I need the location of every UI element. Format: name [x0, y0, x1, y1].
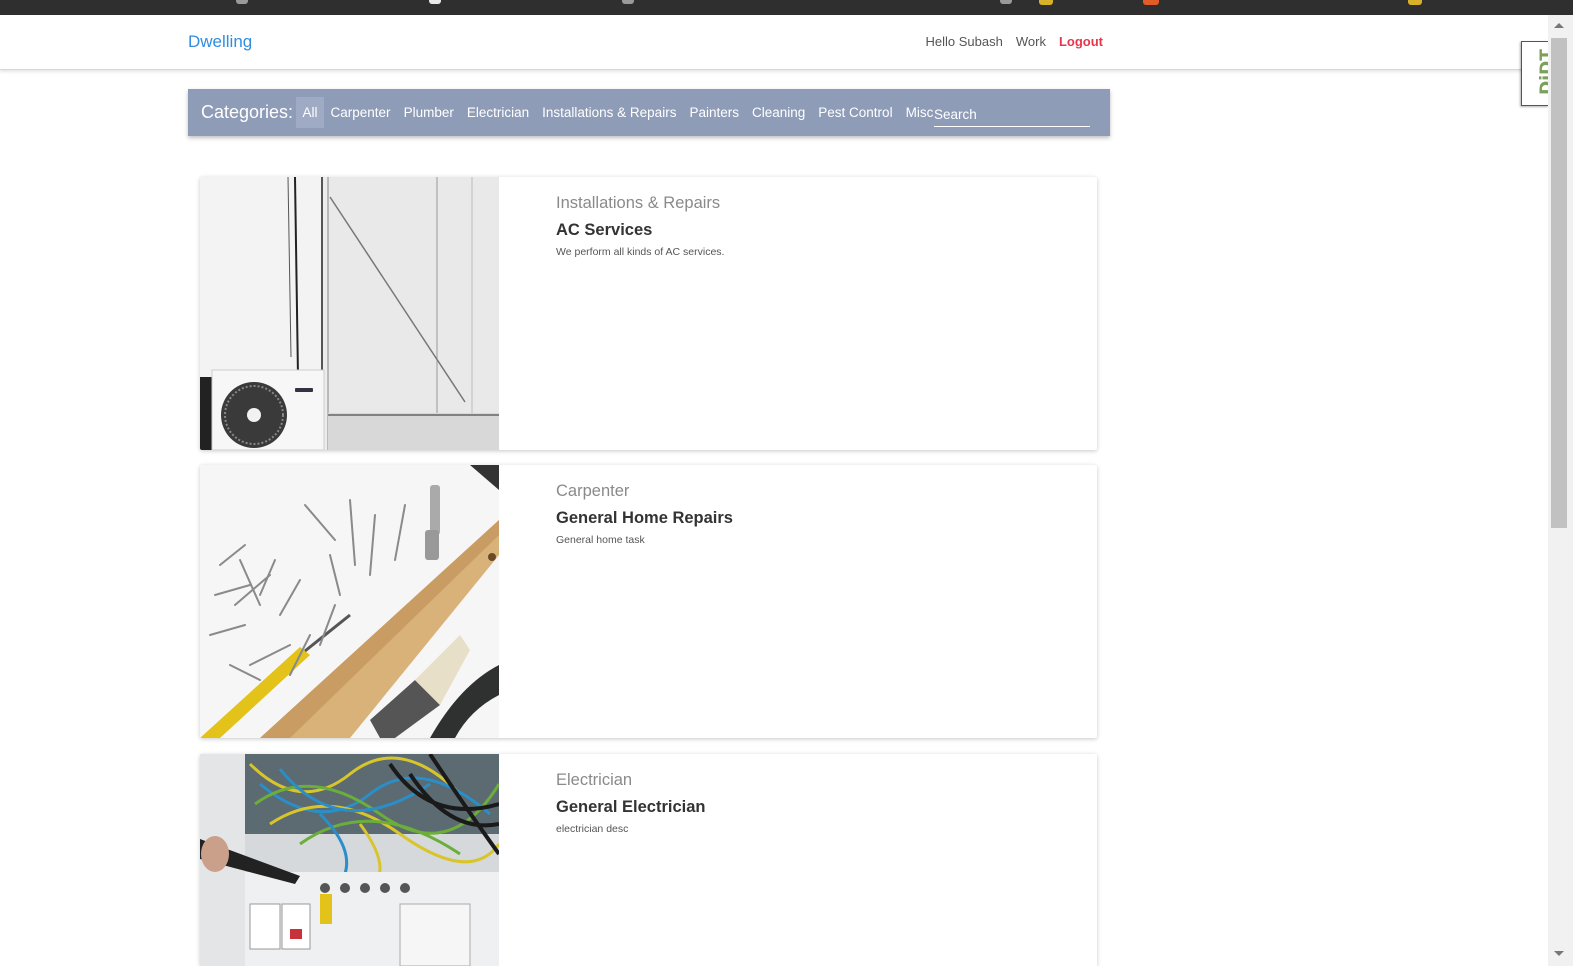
taskbar-icon[interactable]: [1000, 0, 1012, 4]
ac-unit-photo: [200, 177, 499, 450]
category-pest-control[interactable]: Pest Control: [812, 97, 899, 128]
os-taskbar: [0, 0, 1573, 15]
taskbar-icon[interactable]: [429, 0, 441, 4]
debug-toolbar-tab[interactable]: DjDT: [1521, 41, 1557, 106]
service-card-body: Installations & Repairs AC Services We p…: [556, 194, 724, 258]
brand-logo-link[interactable]: Dwelling: [188, 32, 252, 52]
category-list: All Carpenter Plumber Electrician Instal…: [296, 97, 940, 128]
service-category: Electrician: [556, 771, 633, 789]
service-card[interactable]: Carpenter General Home Repairs General h…: [200, 465, 1097, 738]
service-category: Carpenter: [556, 482, 630, 500]
taskbar-icon[interactable]: [1408, 0, 1422, 5]
scroll-down-arrow-icon[interactable]: [1554, 951, 1564, 956]
taskbar-icon[interactable]: [236, 0, 248, 4]
logout-link[interactable]: Logout: [1059, 34, 1103, 49]
category-all[interactable]: All: [296, 97, 325, 128]
category-filter-bar: Categories: All Carpenter Plumber Electr…: [188, 89, 1110, 136]
service-description: General home task: [556, 534, 645, 546]
taskbar-icon[interactable]: [1143, 0, 1159, 5]
scroll-up-arrow-icon[interactable]: [1554, 23, 1564, 28]
category-plumber[interactable]: Plumber: [397, 97, 460, 128]
service-card-body: Carpenter General Home Repairs General h…: [556, 482, 733, 546]
service-description: electrician desc: [556, 823, 629, 835]
category-electrician[interactable]: Electrician: [460, 97, 535, 128]
service-card[interactable]: Electrician General Electrician electric…: [200, 754, 1097, 966]
service-title[interactable]: General Home Repairs: [556, 509, 733, 528]
tools-photo: [200, 465, 499, 738]
top-navbar: Dwelling Hello Subash Work Logout: [0, 15, 1548, 70]
user-greeting: Hello Subash: [925, 34, 1003, 49]
category-painters[interactable]: Painters: [683, 97, 746, 128]
service-title[interactable]: AC Services: [556, 221, 724, 240]
service-category: Installations & Repairs: [556, 194, 721, 212]
service-card[interactable]: Installations & Repairs AC Services We p…: [200, 177, 1097, 450]
scrollbar-thumb[interactable]: [1551, 38, 1567, 528]
service-description: We perform all kinds of AC services.: [556, 246, 725, 258]
search-input[interactable]: [934, 102, 1090, 127]
taskbar-icon[interactable]: [622, 0, 634, 4]
service-card-body: Electrician General Electrician electric…: [556, 771, 706, 835]
nav-links: Hello Subash Work Logout: [926, 34, 1103, 49]
electrical-panel-photo: [200, 754, 499, 966]
category-installations-repairs[interactable]: Installations & Repairs: [536, 97, 683, 128]
category-carpenter[interactable]: Carpenter: [324, 97, 397, 128]
taskbar-icon[interactable]: [1039, 0, 1053, 5]
category-cleaning[interactable]: Cleaning: [745, 97, 811, 128]
categories-label: Categories:: [201, 102, 294, 122]
service-title[interactable]: General Electrician: [556, 798, 706, 817]
work-link[interactable]: Work: [1016, 34, 1046, 49]
